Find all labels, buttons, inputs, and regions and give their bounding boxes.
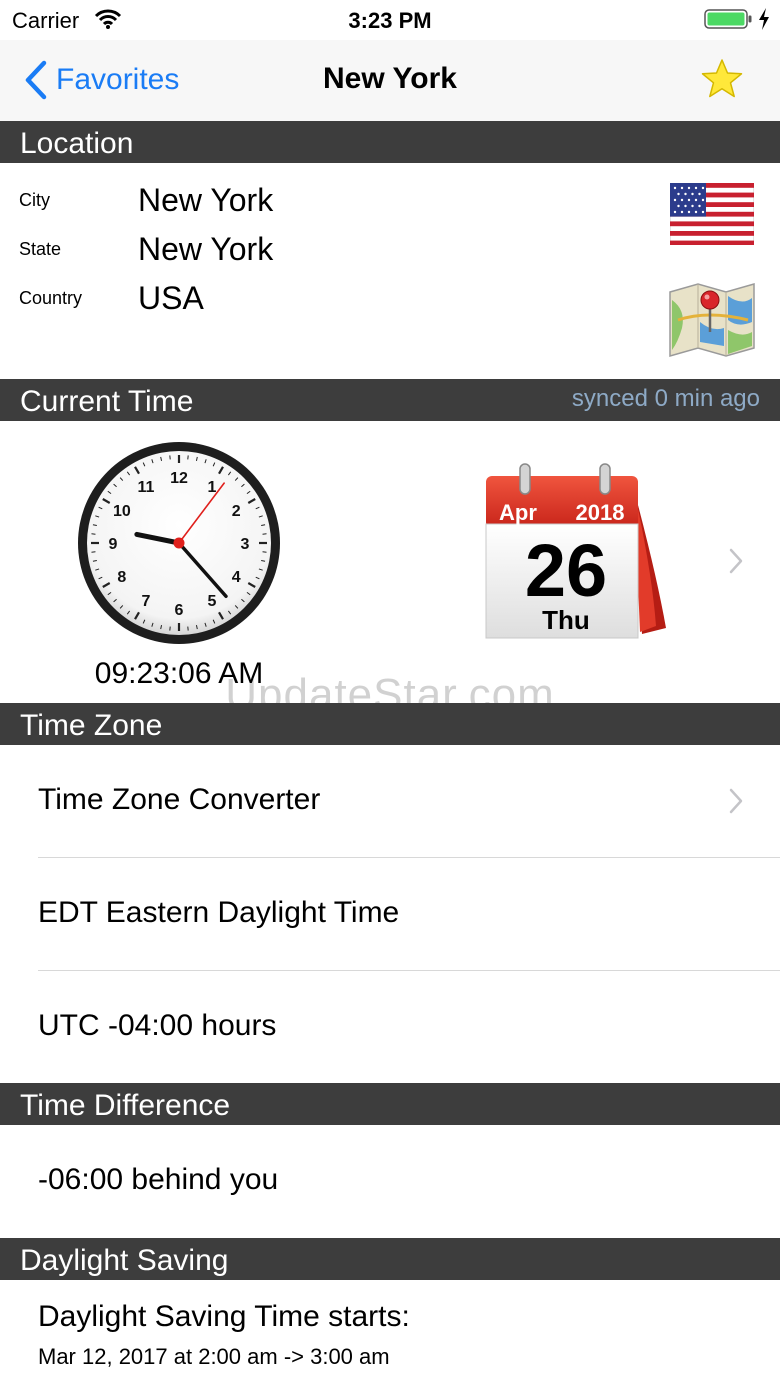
status-bar: Carrier 3:23 PM — [0, 0, 780, 40]
time-difference-value: -06:00 behind you — [38, 1163, 279, 1196]
section-title: Location — [20, 127, 134, 160]
section-title: Time Difference — [20, 1089, 231, 1122]
clock-numeral: 12 — [170, 470, 188, 487]
state-value: New York — [138, 231, 274, 267]
map-icon[interactable] — [668, 280, 756, 358]
section-header-time-zone: Time Zone — [0, 703, 780, 745]
city-label: City — [19, 190, 50, 210]
time-difference-row: -06:00 behind you — [0, 1125, 780, 1238]
charging-bolt-icon — [759, 8, 769, 30]
section-header-time-difference: Time Difference — [0, 1083, 780, 1125]
clock-numeral: 10 — [113, 503, 131, 520]
dst-detail: Mar 12, 2017 at 2:00 am -> 3:00 am — [38, 1344, 390, 1369]
section-title: Time Zone — [20, 709, 163, 742]
section-title: Daylight Saving — [20, 1244, 229, 1277]
clock-numeral: 8 — [117, 569, 126, 586]
clock-numeral: 4 — [232, 569, 241, 586]
calendar-month: Apr — [499, 500, 537, 525]
favorite-star-icon[interactable] — [700, 58, 744, 100]
navigation-bar: Favorites New York — [0, 40, 780, 121]
clock-numeral: 11 — [138, 479, 155, 496]
section-title: Current Time — [20, 385, 194, 418]
clock-numeral: 7 — [142, 593, 151, 610]
state-label: State — [19, 239, 62, 259]
time-zone-name: EDT Eastern Daylight Time — [38, 896, 400, 929]
battery-icon — [704, 9, 752, 29]
calendar-icon[interactable]: Apr 2018 26 Thu — [484, 462, 666, 644]
utc-offset-row: UTC -04:00 hours — [0, 971, 780, 1083]
clock-numeral: 6 — [175, 602, 184, 619]
section-header-daylight-saving: Daylight Saving — [0, 1238, 780, 1280]
clock-numeral: 2 — [232, 503, 241, 520]
clock-numeral: 5 — [208, 593, 217, 610]
us-flag-icon — [670, 183, 754, 245]
dst-title: Daylight Saving Time starts: — [38, 1300, 410, 1333]
calendar-day: 26 — [525, 529, 607, 612]
status-time: 3:23 PM — [348, 8, 432, 33]
sync-status: synced 0 min ago — [571, 385, 760, 412]
clock-center — [173, 537, 185, 549]
clock-numeral: 3 — [241, 536, 250, 553]
clock-numeral: 1 — [208, 479, 217, 496]
calendar-year: 2018 — [576, 500, 625, 525]
time-zone-converter-label: Time Zone Converter — [38, 783, 321, 816]
city-value: New York — [138, 182, 274, 218]
calendar-ring — [599, 463, 611, 495]
analog-clock: 121234567891011 — [78, 442, 280, 644]
country-value: USA — [138, 280, 204, 316]
page-title: New York — [323, 62, 457, 95]
calendar-ring — [519, 463, 531, 495]
calendar-weekday: Thu — [542, 605, 590, 635]
chevron-right-icon — [729, 788, 743, 814]
clock-numeral: 9 — [109, 536, 118, 553]
country-label: Country — [19, 288, 83, 308]
chevron-right-icon[interactable] — [728, 547, 744, 575]
utc-offset: UTC -04:00 hours — [38, 1009, 277, 1042]
section-header-current-time: Current Time synced 0 min ago — [0, 379, 780, 421]
time-zone-name-row: EDT Eastern Daylight Time — [0, 858, 780, 970]
section-header-location: Location — [0, 121, 780, 163]
time-zone-converter-row[interactable]: Time Zone Converter — [0, 745, 780, 857]
